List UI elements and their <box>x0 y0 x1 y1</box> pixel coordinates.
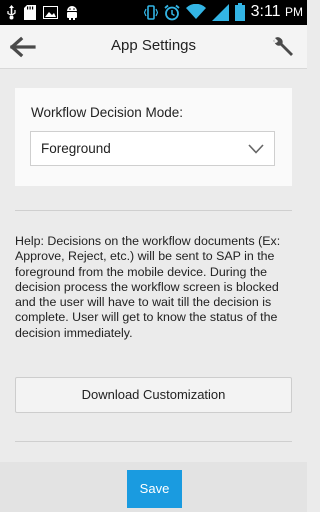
decision-mode-card: Workflow Decision Mode: Foreground <box>15 88 292 186</box>
notification-icons <box>6 5 79 20</box>
android-icon <box>67 6 77 20</box>
usb-icon <box>7 5 16 20</box>
sd-card-icon <box>24 5 36 20</box>
wifi-icon <box>185 4 206 19</box>
decision-mode-select[interactable]: Foreground <box>30 131 275 166</box>
alarm-icon <box>164 4 180 20</box>
action-bar: App Settings <box>0 25 307 69</box>
save-button[interactable]: Save <box>127 470 182 508</box>
signal-icon <box>211 3 229 21</box>
footer-bar: Save <box>0 462 307 512</box>
system-icons: 3:11 PM <box>143 3 303 21</box>
page-title: App Settings <box>110 37 197 54</box>
divider <box>15 210 292 211</box>
clock: 3:11 PM <box>251 3 303 21</box>
clock-time: 3:11 <box>250 3 281 20</box>
battery-icon <box>234 3 245 21</box>
vibrate-icon <box>143 4 158 20</box>
chevron-down-icon <box>248 144 264 154</box>
decision-mode-value: Foreground <box>41 141 111 156</box>
decision-mode-label: Workflow Decision Mode: <box>31 105 184 120</box>
clock-period: PM <box>285 5 303 19</box>
divider <box>15 441 292 442</box>
image-icon <box>43 6 58 19</box>
download-customization-button[interactable]: Download Customization <box>15 377 292 413</box>
help-text: Help: Decisions on the workflow document… <box>15 234 281 340</box>
wrench-icon[interactable] <box>271 35 295 59</box>
status-bar: 3:11 PM <box>0 0 307 25</box>
